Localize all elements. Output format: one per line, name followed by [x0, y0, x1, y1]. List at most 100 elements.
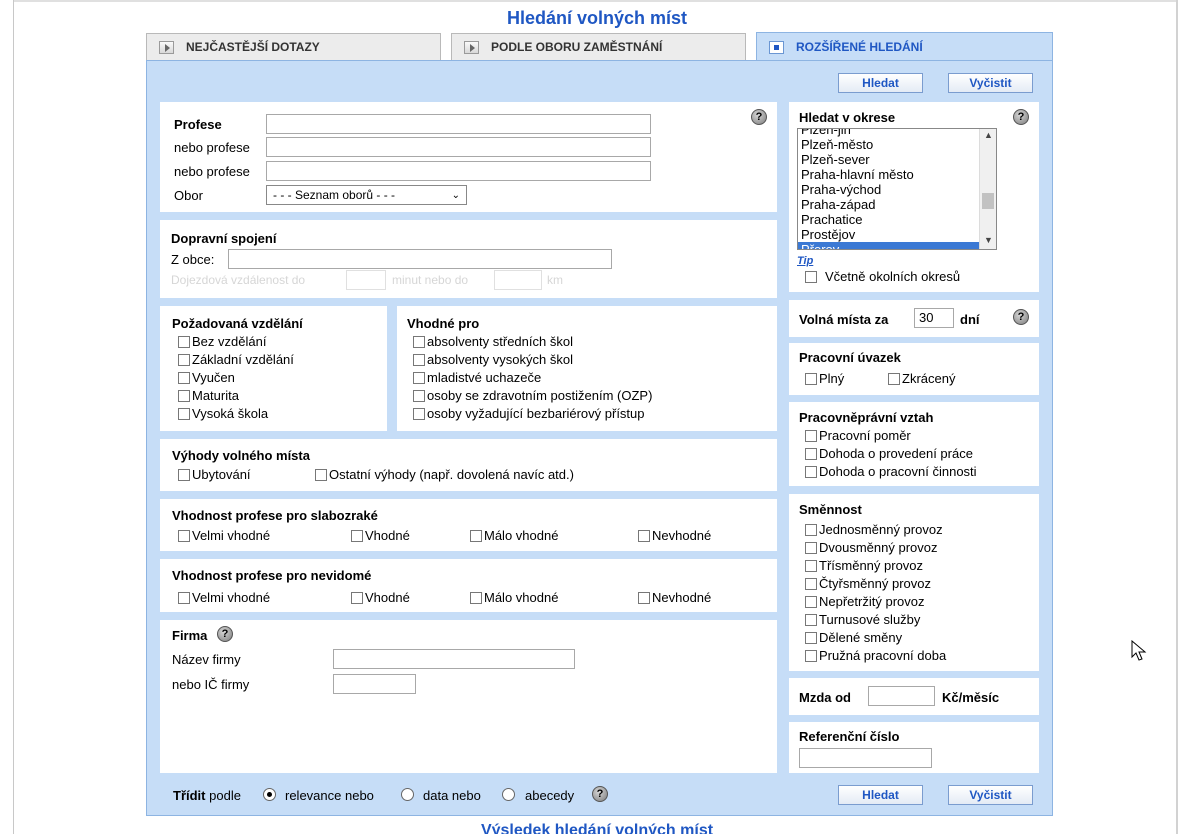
smennost-checkbox-7[interactable]: [805, 650, 817, 662]
tab-label: ROZŠÍŘENÉ HLEDÁNÍ: [796, 40, 923, 54]
slabozrake-checkbox-0[interactable]: [178, 530, 190, 542]
nevidome-checkbox-1[interactable]: [351, 592, 363, 604]
help-icon[interactable]: ?: [1013, 309, 1029, 325]
tip-link[interactable]: Tip: [797, 255, 813, 267]
profese-alt2-input[interactable]: [266, 161, 651, 181]
sort-radio-abecedy[interactable]: [502, 788, 515, 801]
zkraceny-checkbox[interactable]: [888, 373, 900, 385]
help-icon[interactable]: ?: [751, 109, 767, 125]
okres-option[interactable]: Přerov: [798, 242, 980, 249]
volna-mista-input[interactable]: 30: [914, 308, 954, 328]
vztah-checkbox-1[interactable]: [805, 448, 817, 460]
vzdelani-checkbox-2[interactable]: [178, 372, 190, 384]
okres-option[interactable]: Praha-východ: [798, 182, 980, 197]
vzdelani-label-4: Vysoká škola: [192, 406, 269, 421]
nevidome-label-3: Nevhodné: [652, 590, 712, 605]
vztah-checkbox-0[interactable]: [805, 430, 817, 442]
vhodne-checkbox-3[interactable]: [413, 390, 425, 402]
chevron-down-icon: ⌄: [451, 190, 460, 201]
ic-firmy-input[interactable]: [333, 674, 416, 694]
mzda-input[interactable]: [868, 686, 935, 706]
vhodne-checkbox-2[interactable]: [413, 372, 425, 384]
okres-listbox[interactable]: Plzeň-jih Plzeň-město Plzeň-sever Praha-hla…: [797, 128, 997, 250]
smennost-checkbox-5[interactable]: [805, 614, 817, 626]
window-frame-top: [13, 0, 1178, 2]
minutes-input[interactable]: [346, 270, 386, 290]
smennost-checkbox-0[interactable]: [805, 524, 817, 536]
sort-radio-data[interactable]: [401, 788, 414, 801]
okres-scrollbar[interactable]: ▲ ▼: [979, 129, 996, 249]
tab-rozsirene-hledani[interactable]: ROZŠÍŘENÉ HLEDÁNÍ: [756, 32, 1053, 61]
ubytovani-label: Ubytování: [192, 467, 251, 482]
help-icon[interactable]: ?: [592, 786, 608, 802]
vhodne-checkbox-4[interactable]: [413, 408, 425, 420]
tab-nejcastejsi-dotazy[interactable]: NEJČASTĚJŠÍ DOTAZY: [146, 33, 441, 60]
smennost-checkbox-6[interactable]: [805, 632, 817, 644]
slabozrake-checkbox-2[interactable]: [470, 530, 482, 542]
ubytovani-checkbox[interactable]: [178, 469, 190, 481]
okres-option[interactable]: Prachatice: [798, 212, 980, 227]
vhodne-label-1: absolventy vysokých škol: [427, 352, 573, 367]
smennost-label-4: Nepřetržitý provoz: [819, 594, 925, 609]
profese-alt1-input[interactable]: [266, 137, 651, 157]
uvazek-label: Pracovní úvazek: [799, 350, 901, 365]
profese-input[interactable]: [266, 114, 651, 134]
okolni-okresy-label: Včetně okolních okresů: [825, 269, 961, 284]
nazev-firmy-input[interactable]: [333, 649, 575, 669]
sort-prefix: Třídit: [173, 788, 206, 803]
nevidome-checkbox-0[interactable]: [178, 592, 190, 604]
clear-button-bottom[interactable]: Vyčistit: [948, 785, 1033, 805]
help-icon[interactable]: ?: [217, 626, 233, 642]
vzdelani-checkbox-0[interactable]: [178, 336, 190, 348]
vztah-checkbox-2[interactable]: [805, 466, 817, 478]
okres-option[interactable]: Praha-západ: [798, 197, 980, 212]
nevidome-label-0: Velmi vhodné: [192, 590, 271, 605]
vhodne-checkbox-1[interactable]: [413, 354, 425, 366]
sort-radio-relevance[interactable]: [263, 788, 276, 801]
km-input[interactable]: [494, 270, 542, 290]
tab-podle-oboru[interactable]: PODLE OBORU ZAMĚSTNÁNÍ: [451, 33, 746, 60]
smennost-checkbox-4[interactable]: [805, 596, 817, 608]
nevidome-label: Vhodnost profese pro nevidomé: [172, 568, 372, 583]
dojezd-label: Dojezdová vzdálenost do: [171, 273, 306, 287]
nevidome-label-1: Vhodné: [365, 590, 410, 605]
z-obce-label: Z obce:: [171, 252, 215, 267]
obor-select-value: - - - Seznam oborů - - -: [273, 188, 396, 202]
vzdelani-label-1: Základní vzdělání: [192, 352, 294, 367]
smennost-label: Směnnost: [799, 502, 862, 517]
plny-checkbox[interactable]: [805, 373, 817, 385]
okres-option[interactable]: Praha-hlavní město: [798, 167, 980, 182]
smennost-checkbox-2[interactable]: [805, 560, 817, 572]
nevidome-checkbox-2[interactable]: [470, 592, 482, 604]
ostatni-vyhody-checkbox[interactable]: [315, 469, 327, 481]
slabozrake-checkbox-1[interactable]: [351, 530, 363, 542]
clear-button-top[interactable]: Vyčistit: [948, 73, 1033, 93]
okres-option[interactable]: Plzeň-sever: [798, 152, 980, 167]
scroll-thumb[interactable]: [982, 193, 994, 209]
chevron-down-icon[interactable]: ▼: [984, 235, 993, 245]
vzdelani-checkbox-1[interactable]: [178, 354, 190, 366]
search-button-bottom[interactable]: Hledat: [838, 785, 923, 805]
smennost-label-2: Třísměnný provoz: [819, 558, 924, 573]
okres-option[interactable]: Plzeň-jih: [798, 129, 980, 137]
search-button-top[interactable]: Hledat: [838, 73, 923, 93]
okres-option[interactable]: Plzeň-město: [798, 137, 980, 152]
smennost-checkbox-3[interactable]: [805, 578, 817, 590]
slabozrake-checkbox-3[interactable]: [638, 530, 650, 542]
vhodne-checkbox-0[interactable]: [413, 336, 425, 348]
vzdelani-checkbox-3[interactable]: [178, 390, 190, 402]
smennost-checkbox-1[interactable]: [805, 542, 817, 554]
referencni-input[interactable]: [799, 748, 932, 768]
okres-option[interactable]: Prostějov: [798, 227, 980, 242]
chevron-up-icon[interactable]: ▲: [984, 130, 993, 140]
referencni-label: Referenční číslo: [799, 729, 900, 744]
sort-option-abecedy: abecedy: [525, 788, 575, 803]
z-obce-input[interactable]: [228, 249, 612, 269]
help-icon[interactable]: ?: [1013, 109, 1029, 125]
smennost-label-5: Turnusové služby: [819, 612, 921, 627]
nevidome-checkbox-3[interactable]: [638, 592, 650, 604]
vzdelani-checkbox-4[interactable]: [178, 408, 190, 420]
okolni-okresy-checkbox[interactable]: [805, 271, 817, 283]
obor-select[interactable]: - - - Seznam oborů - - - ⌄: [266, 185, 467, 205]
smennost-label-0: Jednosměnný provoz: [819, 522, 943, 537]
